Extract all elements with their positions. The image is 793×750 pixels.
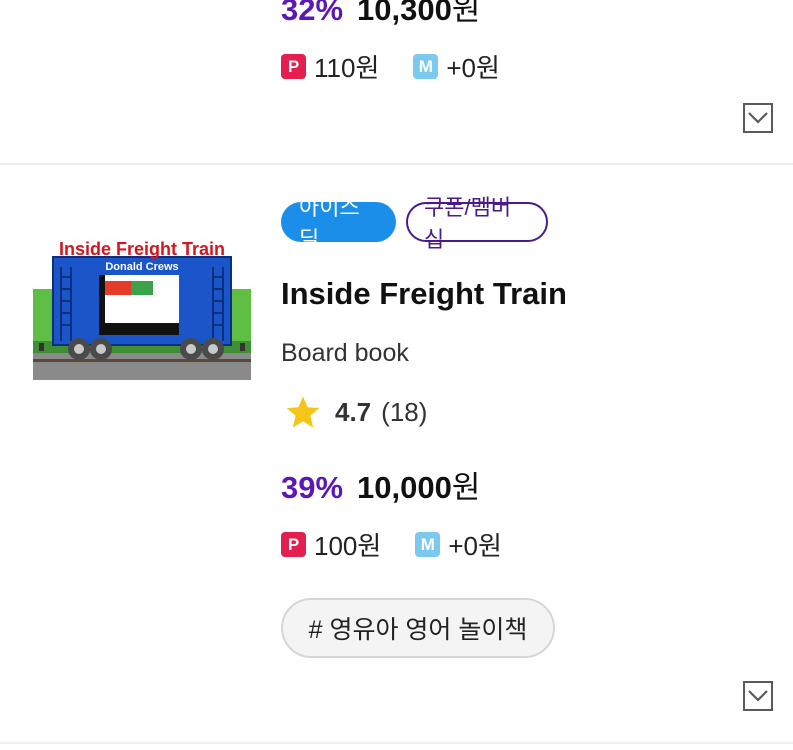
sale-price-value: 10,000 (357, 470, 452, 505)
point-badge-icon: P (281, 532, 306, 557)
member-amount: +0원 (448, 531, 502, 561)
cover-author: Donald Crews (105, 261, 179, 273)
sale-price: 10,000원 (357, 462, 480, 507)
points-row: P 100원 M +0원 (281, 526, 502, 563)
cover-title: Inside Freight Train (58, 239, 226, 259)
review-count: (18) (381, 396, 428, 427)
prev-member-amount: +0원 (446, 53, 500, 83)
tag-ice-deal[interactable]: 아이스딜 (281, 195, 396, 252)
chevron-down-icon (748, 112, 768, 124)
tag-coupon-membership[interactable]: 쿠폰/멤버십 (406, 195, 548, 252)
rating-value: 4.7 (335, 396, 372, 427)
product-format: Board book (281, 339, 409, 367)
prev-currency: 원 (451, 0, 481, 27)
prev-price: 10,300원 (357, 0, 480, 29)
point-badge-icon: P (281, 54, 306, 79)
member-badge-icon: M (413, 54, 439, 79)
prev-point-amount: 110원 (314, 53, 380, 83)
sale-price-currency: 원 (451, 470, 481, 505)
star-icon (286, 396, 320, 428)
prev-price-value: 10,300 (357, 0, 452, 27)
price-row: 39% 10,000원 (281, 462, 480, 507)
book-cover-image[interactable]: Inside Freight Train Donald Crews (33, 237, 251, 380)
discount-rate: 39% (281, 470, 344, 505)
prev-points-row: P 110원 M +0원 (281, 48, 500, 85)
prev-expand-button[interactable] (743, 103, 773, 133)
product-title[interactable]: Inside Freight Train (281, 276, 567, 312)
prev-price-row: 32% 10,300원 (281, 0, 480, 29)
point-amount: 100원 (314, 531, 382, 561)
item-divider (0, 163, 793, 165)
member-badge-icon: M (415, 532, 441, 557)
rating-row: 4.7 (18) (285, 395, 427, 429)
expand-button[interactable] (743, 681, 773, 711)
hashtag-chip[interactable]: # 영유아 영어 놀이책 (281, 598, 555, 658)
chevron-down-icon (748, 690, 768, 702)
prev-discount: 32% (281, 0, 344, 27)
item-divider (0, 742, 793, 744)
